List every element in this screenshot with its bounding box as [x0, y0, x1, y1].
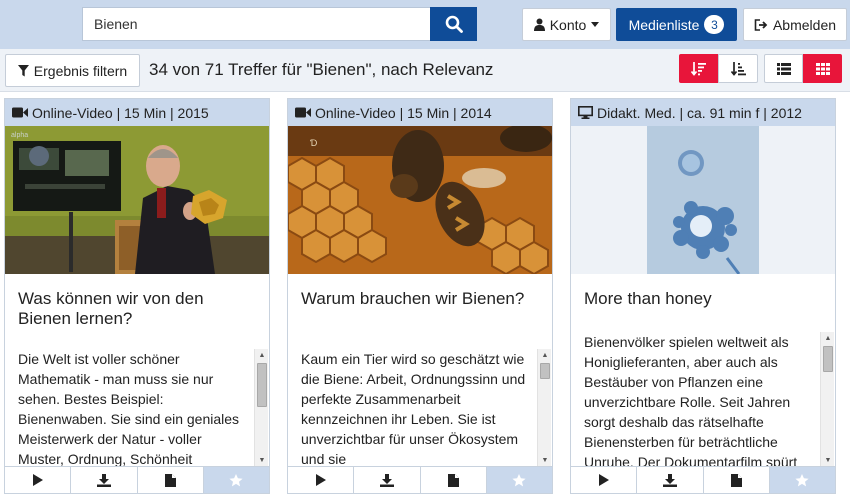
- document-button[interactable]: [137, 467, 204, 493]
- monitor-icon: [578, 106, 593, 119]
- grid-view-button[interactable]: [803, 54, 842, 83]
- document-icon: [447, 473, 459, 487]
- svg-text:alpha: alpha: [11, 132, 28, 139]
- sort-amount-desc-icon: [691, 62, 706, 76]
- search-bar: [82, 7, 477, 41]
- document-button[interactable]: [703, 467, 770, 493]
- medienliste-label: Medienliste: [628, 16, 700, 33]
- card-meta-text: Online-Video | 15 Min | 2015: [32, 104, 209, 121]
- scrollbar-thumb[interactable]: [823, 346, 833, 372]
- download-icon: [379, 473, 394, 487]
- filter-icon: [17, 64, 29, 76]
- scroll-down-arrow-icon[interactable]: ▼: [538, 454, 551, 466]
- konto-label: Konto: [549, 16, 587, 33]
- filter-label: Ergebnis filtern: [33, 62, 128, 79]
- video-camera-icon: [295, 107, 311, 118]
- list-view-button[interactable]: [764, 54, 803, 83]
- download-icon: [662, 473, 677, 487]
- result-card: Online-Video | 15 Min | 2014 Ɗ Warum bra…: [287, 98, 553, 494]
- play-icon: [598, 474, 609, 486]
- sort-descending-button[interactable]: [679, 54, 718, 83]
- description-scrollbar[interactable]: ▲ ▼: [537, 349, 551, 466]
- favorite-button[interactable]: [203, 467, 269, 493]
- document-button[interactable]: [420, 467, 487, 493]
- filter-results-button[interactable]: Ergebnis filtern: [5, 54, 140, 87]
- play-icon: [315, 474, 326, 486]
- card-actions: [5, 466, 269, 493]
- scroll-down-arrow-icon[interactable]: ▼: [255, 454, 268, 466]
- scroll-up-arrow-icon[interactable]: ▲: [255, 349, 268, 361]
- download-button[interactable]: [354, 467, 421, 493]
- card-actions: [571, 466, 835, 493]
- medienliste-button[interactable]: Medienliste 3: [616, 8, 737, 41]
- card-description-box: Bienenvölker spielen weltweit als Honigl…: [584, 332, 834, 466]
- play-button[interactable]: [5, 467, 72, 493]
- card-meta: Online-Video | 15 Min | 2015: [5, 99, 269, 126]
- result-count-text: 34 von 71 Treffer für "Bienen", nach Rel…: [149, 60, 494, 79]
- scroll-down-arrow-icon[interactable]: ▼: [821, 454, 834, 466]
- favorite-button[interactable]: [486, 467, 552, 493]
- caret-down-icon: [591, 22, 600, 27]
- card-description: Bienenvölker spielen weltweit als Honigl…: [584, 334, 798, 466]
- search-button[interactable]: [430, 7, 477, 41]
- user-icon: [533, 18, 545, 31]
- results-toolbar: Ergebnis filtern 34 von 71 Treffer für "…: [0, 49, 850, 92]
- star-icon: [229, 473, 243, 486]
- video-thumbnail[interactable]: Ɗ: [288, 126, 552, 274]
- document-icon: [164, 473, 176, 487]
- result-card: Online-Video | 15 Min | 2015 alpha Was k…: [4, 98, 270, 494]
- scrollbar-thumb[interactable]: [257, 363, 267, 407]
- card-description: Die Welt ist voller schöner Mathematik -…: [18, 351, 240, 466]
- svg-text:Ɗ: Ɗ: [310, 138, 317, 148]
- sign-out-icon: [754, 18, 768, 31]
- card-description-box: Kaum ein Tier wird so geschätzt wie die …: [301, 349, 551, 466]
- scroll-up-arrow-icon[interactable]: ▲: [821, 332, 834, 344]
- card-actions: [288, 466, 552, 493]
- card-meta-text: Didakt. Med. | ca. 91 min f | 2012: [597, 104, 802, 121]
- card-meta: Online-Video | 15 Min | 2014: [288, 99, 552, 126]
- video-thumbnail[interactable]: alpha: [5, 126, 269, 274]
- result-card: Didakt. Med. | ca. 91 min f | 2012 More …: [570, 98, 836, 494]
- card-meta-text: Online-Video | 15 Min | 2014: [315, 104, 492, 121]
- star-icon: [795, 473, 809, 486]
- document-icon: [730, 473, 742, 487]
- grid-icon: [815, 62, 830, 75]
- play-icon: [32, 474, 43, 486]
- play-button[interactable]: [288, 467, 355, 493]
- download-button[interactable]: [637, 467, 704, 493]
- abmelden-label: Abmelden: [772, 16, 837, 33]
- card-description-box: Die Welt ist voller schöner Mathematik -…: [18, 349, 268, 466]
- results-grid: Online-Video | 15 Min | 2015 alpha Was k…: [0, 92, 850, 502]
- search-input[interactable]: [82, 7, 430, 41]
- konto-button[interactable]: Konto: [522, 8, 611, 41]
- card-title[interactable]: Was können wir von den Bienen lernen?: [5, 274, 269, 346]
- scrollbar-thumb[interactable]: [540, 363, 550, 379]
- list-icon: [776, 62, 791, 75]
- download-button[interactable]: [71, 467, 138, 493]
- medienliste-count-badge: 3: [704, 15, 725, 34]
- play-button[interactable]: [571, 467, 638, 493]
- sort-ascending-button[interactable]: [718, 54, 758, 83]
- card-meta: Didakt. Med. | ca. 91 min f | 2012: [571, 99, 835, 126]
- favorite-button[interactable]: [769, 467, 835, 493]
- card-title[interactable]: Warum brauchen wir Bienen?: [288, 274, 552, 346]
- card-description: Kaum ein Tier wird so geschätzt wie die …: [301, 351, 526, 466]
- scroll-up-arrow-icon[interactable]: ▲: [538, 349, 551, 361]
- download-icon: [96, 473, 111, 487]
- description-scrollbar[interactable]: ▲ ▼: [820, 332, 834, 466]
- search-icon: [445, 15, 463, 33]
- top-bar: Konto Medienliste 3 Abmelden: [0, 0, 850, 49]
- description-scrollbar[interactable]: ▲ ▼: [254, 349, 268, 466]
- media-thumbnail[interactable]: [571, 126, 835, 274]
- video-camera-icon: [12, 107, 28, 118]
- star-icon: [512, 473, 526, 486]
- sort-amount-asc-icon: [730, 62, 746, 76]
- abmelden-button[interactable]: Abmelden: [743, 8, 847, 41]
